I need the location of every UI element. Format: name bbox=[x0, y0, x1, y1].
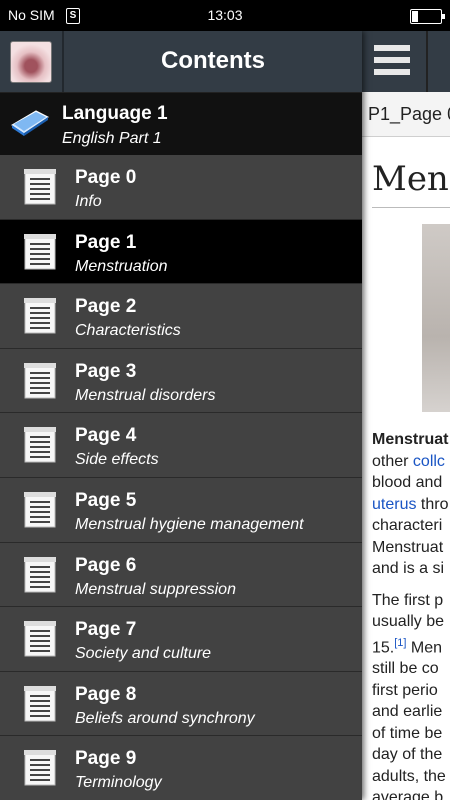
contents-drawer[interactable]: Contents Language 1 English Part 1 Page … bbox=[0, 31, 362, 800]
article-text: Menstruat bbox=[372, 538, 444, 556]
page-item-subtitle: Side effects bbox=[75, 451, 159, 469]
article-text: average b bbox=[372, 789, 444, 800]
page-item-title: Page 2 bbox=[75, 296, 137, 318]
drawer-title: Contents bbox=[161, 47, 265, 74]
page-item-title: Page 7 bbox=[75, 619, 137, 641]
article-heading: Men bbox=[372, 159, 449, 199]
page-item-title: Page 1 bbox=[75, 231, 137, 253]
article-text: Men bbox=[406, 638, 443, 656]
article-pane[interactable]: P1_Page 0 Men Menstruat other collc bloo… bbox=[362, 31, 450, 800]
page-item-title: Page 9 bbox=[75, 748, 137, 770]
document-icon bbox=[24, 427, 56, 463]
language-subtitle: English Part 1 bbox=[62, 130, 162, 147]
article-text: day of the bbox=[372, 746, 443, 764]
page-item-3[interactable]: Page 3 Menstrual disorders bbox=[0, 348, 362, 414]
article-text: of time be bbox=[372, 724, 443, 742]
document-icon bbox=[24, 298, 56, 334]
page-item-title: Page 3 bbox=[75, 360, 137, 382]
article-text: characteri bbox=[372, 517, 443, 534]
article-text: blood and bbox=[372, 474, 443, 491]
page-item-title: Page 4 bbox=[75, 425, 137, 447]
article-text: The first p bbox=[372, 591, 444, 609]
article-text: other bbox=[372, 452, 413, 470]
app-logo-icon[interactable] bbox=[10, 41, 52, 83]
page-item-subtitle: Characteristics bbox=[75, 322, 181, 340]
page-item-subtitle: Info bbox=[75, 193, 102, 210]
page-item-title: Page 8 bbox=[75, 683, 137, 705]
content-appbar bbox=[362, 31, 450, 92]
page-item-subtitle: Menstrual hygiene management bbox=[75, 515, 304, 533]
document-icon bbox=[24, 233, 56, 270]
page-item-8[interactable]: Page 8 Beliefs around synchrony bbox=[0, 671, 362, 737]
page-item-title: Page 0 bbox=[75, 167, 137, 188]
article-image bbox=[422, 224, 450, 412]
page-item-subtitle: Menstrual disorders bbox=[75, 386, 216, 404]
article-text: thro bbox=[416, 495, 449, 513]
page-item-0[interactable]: Page 0 Info bbox=[0, 155, 362, 220]
page-item-2[interactable]: Page 2 Characteristics bbox=[0, 284, 362, 349]
article-text: and is a si bbox=[372, 560, 445, 577]
hamburger-menu-icon[interactable] bbox=[374, 45, 410, 75]
page-item-5[interactable]: Page 5 Menstrual hygiene management bbox=[0, 477, 362, 543]
document-icon bbox=[24, 169, 56, 205]
document-icon bbox=[24, 750, 56, 786]
page-item-subtitle: Menstruation bbox=[75, 257, 168, 275]
clock: 13:03 bbox=[207, 7, 243, 23]
article-text: and earlie bbox=[372, 703, 443, 721]
article-text: still be co bbox=[372, 660, 439, 678]
page-item-9[interactable]: Page 9 Terminology bbox=[0, 736, 362, 800]
article-body: Menstruat other collc blood and uterus t… bbox=[372, 429, 450, 800]
heading-underline bbox=[372, 207, 450, 208]
document-icon bbox=[24, 621, 56, 657]
article-link[interactable]: uterus bbox=[372, 496, 416, 513]
article-link[interactable]: collc bbox=[413, 453, 445, 470]
appbar-divider bbox=[426, 31, 428, 92]
drawer-header: Contents bbox=[0, 31, 362, 93]
battery-icon bbox=[410, 9, 445, 24]
document-icon bbox=[24, 685, 56, 722]
language-title: Language 1 bbox=[62, 103, 168, 124]
page-item-title: Page 6 bbox=[75, 554, 137, 576]
article-text: adults, the bbox=[372, 767, 446, 785]
language-item[interactable]: Language 1 English Part 1 bbox=[0, 93, 362, 155]
document-icon bbox=[24, 556, 56, 593]
page-item-subtitle: Terminology bbox=[75, 774, 162, 792]
page-item-7[interactable]: Page 7 Society and culture bbox=[0, 607, 362, 672]
article-text: Menstruat bbox=[372, 431, 449, 448]
page-item-4[interactable]: Page 4 Side effects bbox=[0, 413, 362, 478]
page-item-title: Page 5 bbox=[75, 489, 137, 511]
page-tab-bar: P1_Page 0 bbox=[362, 92, 450, 137]
article-text: usually be bbox=[372, 613, 445, 630]
book-icon bbox=[11, 110, 49, 136]
page-tab[interactable]: P1_Page 0 bbox=[368, 104, 450, 125]
page-item-subtitle: Society and culture bbox=[75, 645, 212, 663]
status-bar: No SIM S 13:03 bbox=[0, 0, 450, 31]
page-item-6[interactable]: Page 6 Menstrual suppression bbox=[0, 542, 362, 608]
document-icon bbox=[24, 362, 56, 399]
page-item-subtitle: Menstrual suppression bbox=[75, 580, 236, 598]
article-text: 15. bbox=[372, 638, 395, 656]
page-item-1[interactable]: Page 1 Menstruation bbox=[0, 219, 362, 285]
article-text: first perio bbox=[372, 681, 438, 699]
page-list: Page 0 Info Page 1 Menstruation Page 2 Charac… bbox=[0, 155, 362, 800]
citation-link[interactable]: [1] bbox=[394, 637, 406, 649]
document-icon bbox=[24, 491, 56, 528]
page-item-subtitle: Beliefs around synchrony bbox=[75, 709, 255, 727]
